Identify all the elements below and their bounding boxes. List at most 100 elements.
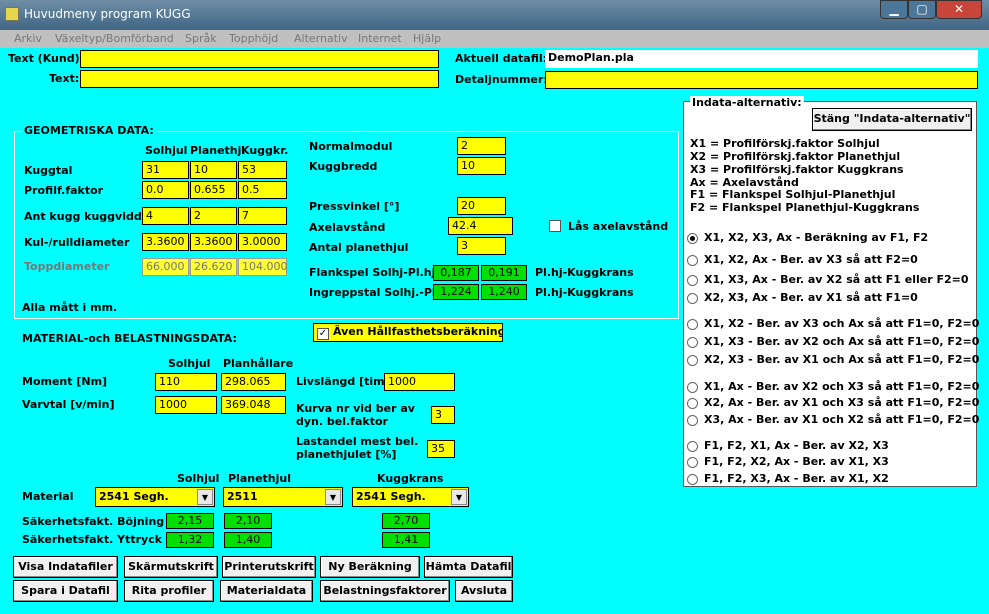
menu-vaxeltyp[interactable]: Växeltyp/Bomförband [55, 32, 174, 45]
option-radio-9[interactable] [687, 415, 698, 426]
col-plan-mat: Planhållare [223, 357, 294, 370]
option-radio-8[interactable] [687, 398, 698, 409]
chevron-down-icon[interactable]: ▼ [451, 489, 467, 505]
material-kugg-select[interactable]: 2541 Segh. ▼ [352, 487, 469, 507]
ny-berakning-button[interactable]: Ny Beräkning [320, 556, 420, 578]
last-input[interactable]: 35 [427, 440, 455, 458]
menu-topphojd[interactable]: Topphöjd [229, 32, 278, 45]
chevron-down-icon[interactable]: ▼ [197, 489, 213, 505]
antal-label: Antal planethjul [309, 241, 409, 254]
col-kuggkr: Kuggkr. [241, 144, 289, 157]
title-bar: Huvudmeny program KUGG ▁ ▢ ✕ [0, 0, 989, 30]
antkugg-sol[interactable]: 4 [142, 207, 189, 225]
option-radio-12[interactable] [687, 474, 698, 485]
datafil-label: Aktuell datafil: [455, 52, 548, 65]
topp-sol: 66.000 [142, 258, 189, 276]
detaljnummer-input[interactable] [545, 71, 978, 89]
option-radio-1[interactable] [687, 255, 698, 266]
minimize-button[interactable]: ▁ [880, 0, 908, 19]
text-label: Text: [49, 72, 80, 85]
menu-alternativ[interactable]: Alternativ [294, 32, 348, 45]
option-radio-0[interactable] [687, 233, 698, 244]
menu-arkiv[interactable]: Arkiv [14, 32, 42, 45]
varvtal-sol[interactable]: 1000 [155, 396, 217, 414]
chevron-down-icon[interactable]: ▼ [325, 489, 341, 505]
option-label-10[interactable]: F1, F2, X1, Ax - Ber. av X2, X3 [704, 439, 889, 452]
antkugg-plan[interactable]: 2 [190, 207, 237, 225]
antal-input[interactable]: 3 [457, 237, 506, 255]
press-input[interactable]: 20 [457, 197, 506, 215]
moment-plan[interactable]: 298.065 [221, 373, 286, 391]
option-radio-7[interactable] [687, 382, 698, 393]
option-label-7[interactable]: X1, Ax - Ber. av X2 och X3 så att F1=0, … [704, 380, 979, 393]
visa-indatafiler-button[interactable]: Visa Indatafiler [13, 556, 118, 578]
option-radio-2[interactable] [687, 275, 698, 286]
option-label-0[interactable]: X1, X2, X3, Ax - Beräkning av F1, F2 [704, 231, 928, 244]
material-sol-select[interactable]: 2541 Segh. ▼ [95, 487, 215, 507]
option-label-5[interactable]: X1, X3 - Ber. av X2 och Ax så att F1=0, … [704, 335, 979, 348]
varvtal-plan[interactable]: 369.048 [221, 396, 286, 414]
stang-indata-button[interactable]: Stäng "Indata-alternativ" [812, 108, 972, 131]
skarmutskrift-button[interactable]: Skärmutskrift [124, 556, 218, 578]
printerutskrift-button[interactable]: Printerutskrift [222, 556, 316, 578]
menu-sprak[interactable]: Språk [185, 32, 217, 45]
option-label-9[interactable]: X3, Ax - Ber. av X1 och X2 så att F1=0, … [704, 413, 979, 426]
livs-input[interactable]: 1000 [384, 373, 455, 391]
option-label-1[interactable]: X1, X2, Ax - Ber. av X3 så att F2=0 [704, 253, 918, 266]
antkugg-kugg[interactable]: 7 [238, 207, 287, 225]
maximize-button[interactable]: ▢ [908, 0, 936, 19]
kuggtal-sol[interactable]: 31 [142, 161, 189, 179]
col-solhjul: Solhjul [145, 144, 188, 157]
kul-kugg[interactable]: 3.0000 [238, 233, 287, 251]
kul-sol[interactable]: 3.3600 [142, 233, 189, 251]
close-button[interactable]: ✕ [936, 0, 982, 19]
col-sol-mat: Solhjul [168, 357, 211, 370]
option-label-11[interactable]: F1, F2, X2, Ax - Ber. av X1, X3 [704, 455, 889, 468]
las-checkbox[interactable] [549, 220, 561, 232]
materialdata-button[interactable]: Materialdata [220, 580, 313, 602]
kurva-label-1: Kurva nr vid ber av [296, 402, 415, 415]
kuggbredd-input[interactable]: 10 [457, 157, 506, 175]
menu-internet[interactable]: Internet [358, 32, 402, 45]
kuggtal-kugg[interactable]: 53 [238, 161, 287, 179]
profil-kugg[interactable]: 0.5 [238, 181, 287, 199]
haall-box[interactable]: ✓ Även Hållfasthetsberäkning [313, 323, 503, 342]
ingrep-sol: 1,224 [433, 284, 479, 300]
moment-sol[interactable]: 110 [155, 373, 217, 391]
text-input[interactable] [80, 70, 439, 88]
kurva-label-2: dyn. bel.faktor [296, 415, 388, 428]
kuggtal-plan[interactable]: 10 [190, 161, 237, 179]
axel-input[interactable]: 42.4 [448, 217, 513, 235]
option-label-3[interactable]: X2, X3, Ax - Ber. av X1 så att F1=0 [704, 291, 918, 304]
ingrep-label: Ingreppstal Solhj.-Pl. [309, 286, 440, 299]
yttr-sol: 1,32 [166, 532, 214, 548]
material-plan-select[interactable]: 2511 ▼ [223, 487, 343, 507]
option-radio-3[interactable] [687, 293, 698, 304]
topp-label: Toppdiameter [24, 260, 110, 273]
profil-sol[interactable]: 0.0 [142, 181, 189, 199]
haall-checkbox[interactable]: ✓ [317, 328, 329, 340]
profil-plan[interactable]: 0.655 [190, 181, 237, 199]
option-radio-4[interactable] [687, 319, 698, 330]
text-kund-input[interactable] [80, 50, 439, 68]
rita-profiler-button[interactable]: Rita profiler [124, 580, 214, 602]
kul-plan[interactable]: 3.3600 [190, 233, 237, 251]
spara-datafil-button[interactable]: Spara i Datafil [13, 580, 118, 602]
bojn-sol: 2,15 [166, 513, 214, 529]
normalmodul-input[interactable]: 2 [457, 137, 506, 155]
menu-hjalp[interactable]: Hjälp [413, 32, 441, 45]
option-label-2[interactable]: X1, X3, Ax - Ber. av X2 så att F1 eller … [704, 273, 969, 286]
hamta-datafil-button[interactable]: Hämta Datafil [424, 556, 513, 578]
option-radio-10[interactable] [687, 441, 698, 452]
option-label-4[interactable]: X1, X2 - Ber. av X3 och Ax så att F1=0, … [704, 317, 979, 330]
kurva-input[interactable]: 3 [431, 406, 455, 424]
option-radio-11[interactable] [687, 457, 698, 468]
avsluta-button[interactable]: Avsluta [455, 580, 513, 602]
legend-f2: F2 = Flankspel Planethjul-Kuggkrans [690, 201, 920, 214]
option-radio-5[interactable] [687, 337, 698, 348]
option-label-8[interactable]: X2, Ax - Ber. av X1 och X3 så att F1=0, … [704, 396, 979, 409]
option-label-12[interactable]: F1, F2, X3, Ax - Ber. av X1, X2 [704, 472, 889, 485]
belastningsfaktorer-button[interactable]: Belastningsfaktorer [320, 580, 450, 602]
option-label-6[interactable]: X2, X3 - Ber. av X1 och Ax så att F1=0, … [704, 353, 979, 366]
option-radio-6[interactable] [687, 355, 698, 366]
